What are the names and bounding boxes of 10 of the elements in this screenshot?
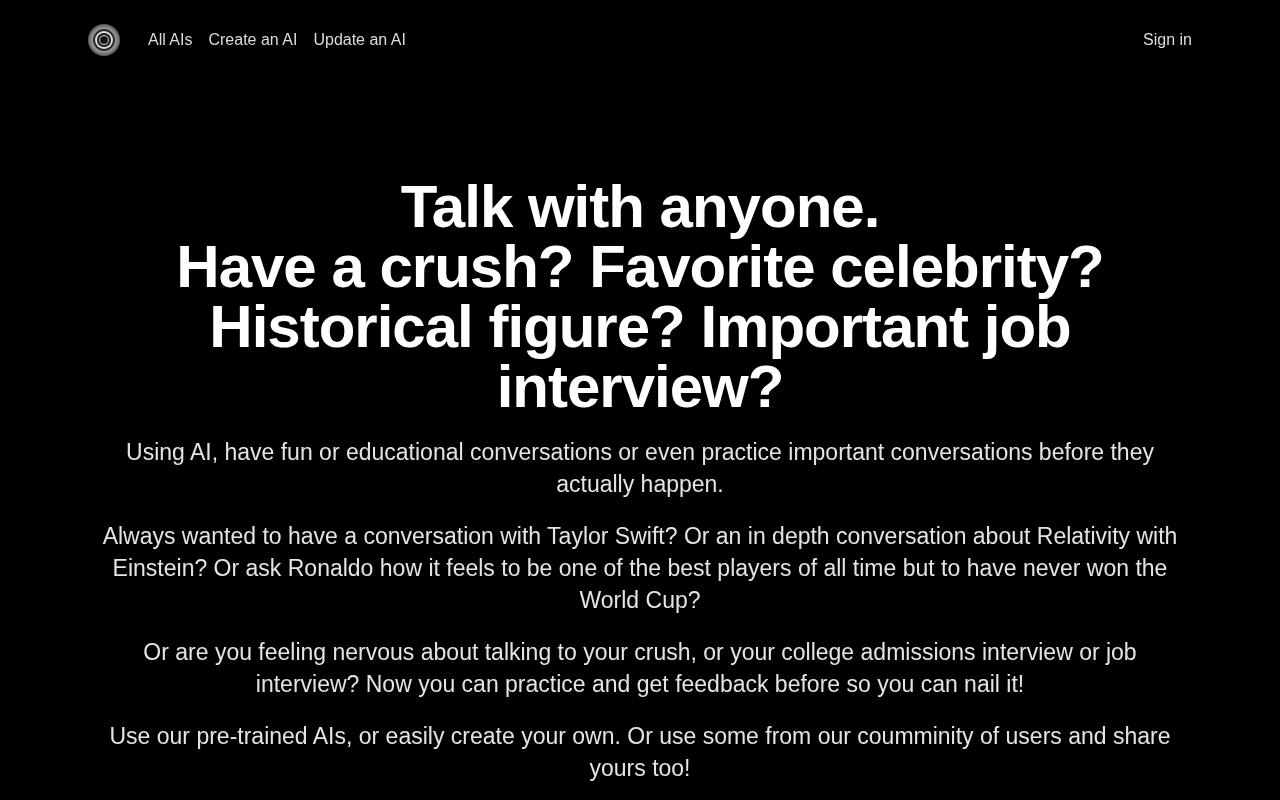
nav-link[interactable]: Create an AI bbox=[208, 28, 298, 52]
hero-paragraph: Use our pre-trained AIs, or easily create your own. Or use some from our coumminity of users and share yours too! bbox=[108, 722, 1172, 783]
logo-icon[interactable] bbox=[88, 24, 120, 56]
hero-paragraph: Or are you feeling nervous about talking to your crush, or your college admissions interview or job interview? Now you can practice and get feedback before so you can nail it! bbox=[142, 638, 1138, 699]
nav-link[interactable]: Update an AI bbox=[313, 28, 406, 52]
nav-link[interactable]: All AIs bbox=[148, 28, 193, 52]
hero-heading: Talk with anyone. bbox=[399, 177, 881, 237]
hero-paragraph: Using AI, have fun or educational conversations or even practice important conversations before they actually happen. bbox=[125, 438, 1155, 499]
hero-paragraph: Always wanted to have a conversation with Taylor Swift? Or an in depth conversation about Relativity with Einstein? Or ask Ronaldo how it feels to be one of the best players of all time but to have never won the World Cup? bbox=[101, 522, 1179, 615]
sign-in-link[interactable]: Sign in bbox=[1143, 28, 1192, 52]
